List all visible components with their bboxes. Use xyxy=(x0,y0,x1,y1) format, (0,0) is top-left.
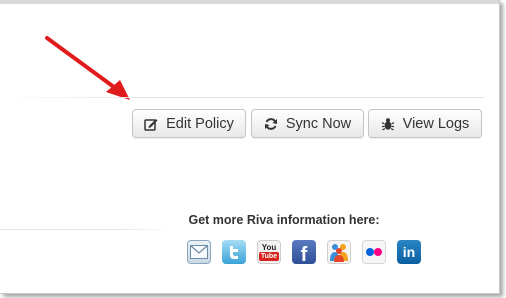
view-logs-button[interactable]: View Logs xyxy=(368,109,482,138)
red-arrow-annotation xyxy=(45,36,130,100)
riva-info-heading: Get more Riva information here: xyxy=(188,213,380,227)
view-logs-label: View Logs xyxy=(402,115,470,132)
delicious-icon[interactable] xyxy=(327,240,351,264)
mail-icon[interactable] xyxy=(187,240,211,264)
refresh-icon xyxy=(264,117,278,131)
edit-policy-label: Edit Policy xyxy=(166,115,234,132)
footer-divider xyxy=(0,229,174,230)
top-border xyxy=(0,0,499,4)
linkedin-icon[interactable]: in xyxy=(397,240,421,264)
bug-icon xyxy=(381,117,395,131)
sync-now-button[interactable]: Sync Now xyxy=(251,109,364,138)
window-frame: Edit Policy Sync Now View Logs Get more … xyxy=(0,0,500,294)
flickr-icon[interactable] xyxy=(362,240,386,264)
twitter-icon[interactable] xyxy=(222,240,246,264)
youtube-you-text: You xyxy=(261,242,277,252)
section-divider xyxy=(0,97,484,98)
youtube-tube-text: Tube xyxy=(258,251,280,261)
linkedin-glyph: in xyxy=(402,244,416,260)
edit-icon xyxy=(144,117,158,131)
edit-policy-button[interactable]: Edit Policy xyxy=(132,109,246,138)
sync-now-label: Sync Now xyxy=(285,115,352,132)
youtube-icon[interactable]: You Tube xyxy=(257,240,281,264)
facebook-icon[interactable]: f xyxy=(292,240,316,266)
facebook-glyph: f xyxy=(300,243,308,266)
